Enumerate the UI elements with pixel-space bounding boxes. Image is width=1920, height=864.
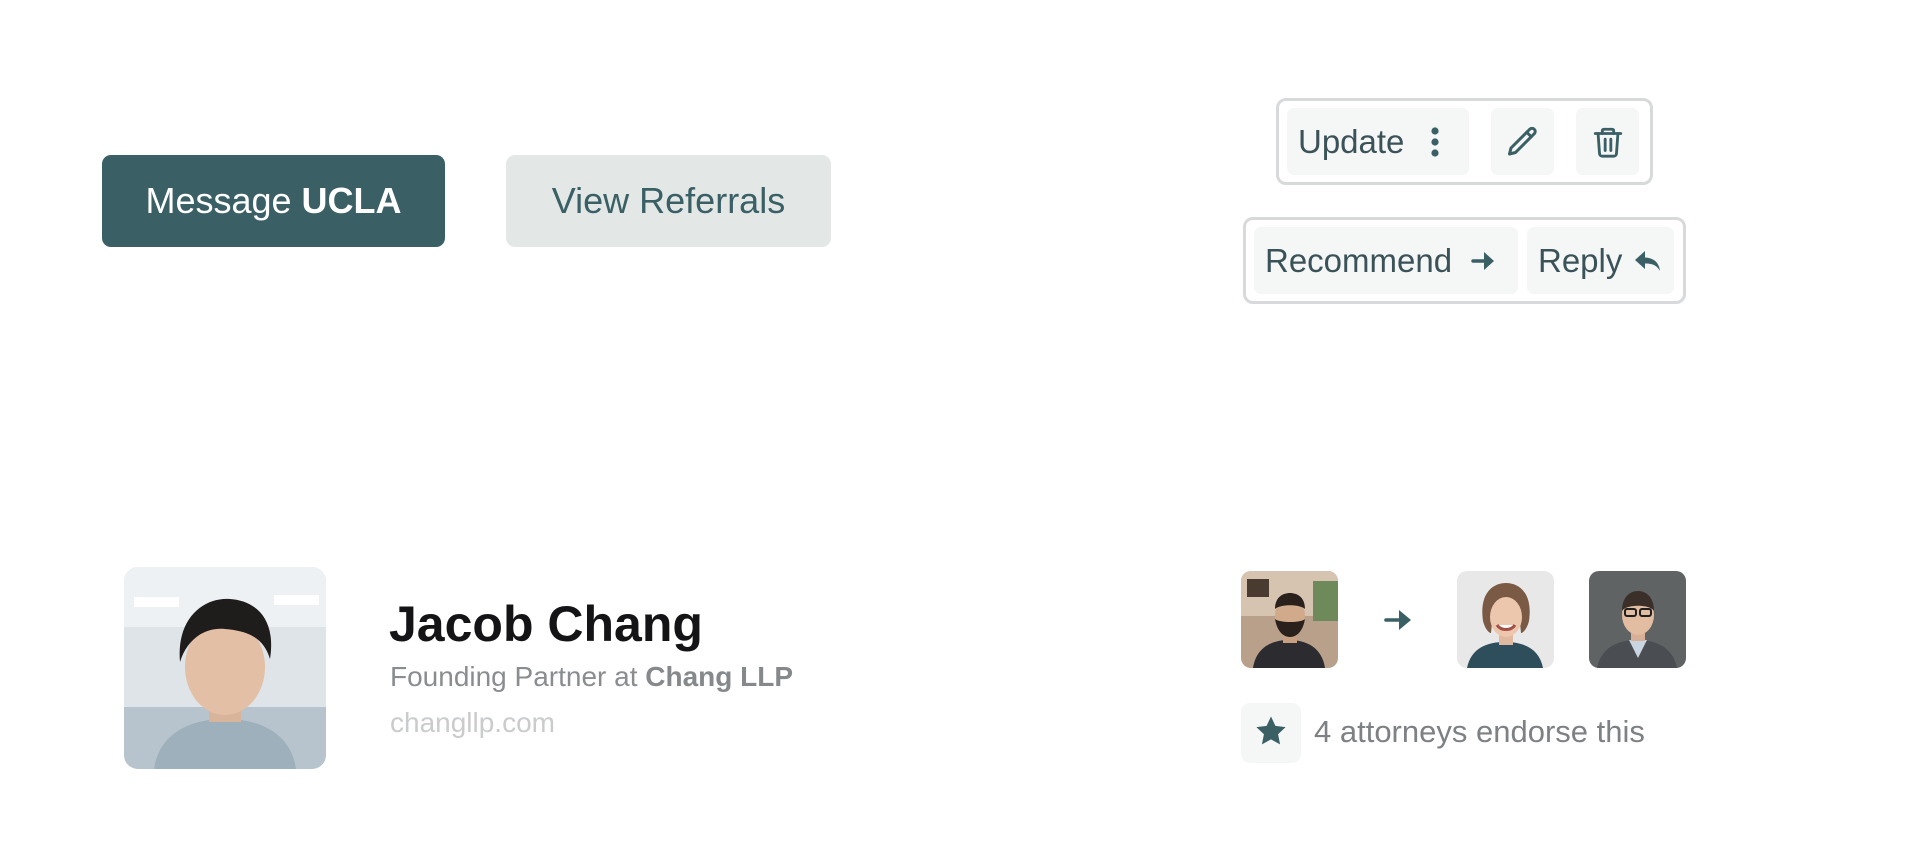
edit-button[interactable] xyxy=(1491,108,1554,175)
profile-avatar xyxy=(124,567,326,769)
more-vertical-icon[interactable] xyxy=(1430,126,1440,158)
profile-name: Jacob Chang xyxy=(389,596,703,652)
message-button-target: UCLA xyxy=(301,180,402,221)
delete-button[interactable] xyxy=(1576,108,1639,175)
reply-arrow-icon xyxy=(1634,249,1662,273)
profile-role: Founding Partner at xyxy=(390,661,638,692)
pencil-icon xyxy=(1505,124,1541,160)
trash-icon xyxy=(1591,124,1625,160)
update-action-group: Update xyxy=(1276,98,1653,185)
profile-website[interactable]: changllp.com xyxy=(390,707,555,739)
view-referrals-label: View Referrals xyxy=(551,180,786,221)
endorser-avatar[interactable] xyxy=(1589,571,1686,668)
recipient-avatar[interactable] xyxy=(1457,571,1554,668)
message-button[interactable]: Message UCLA xyxy=(102,155,445,247)
update-label: Update xyxy=(1298,122,1405,160)
referral-arrow-icon xyxy=(1384,606,1414,634)
endorsement-text: 4 attorneys endorse this xyxy=(1314,714,1645,749)
star-icon xyxy=(1254,714,1288,753)
arrow-right-icon xyxy=(1471,249,1497,273)
message-button-label: Message xyxy=(145,180,292,221)
reply-label: Reply xyxy=(1538,241,1623,279)
profile-title: Founding Partner at Chang LLP xyxy=(390,661,793,693)
update-button[interactable]: Update xyxy=(1287,108,1469,175)
endorse-star-button[interactable] xyxy=(1241,703,1301,763)
recommend-button[interactable]: Recommend xyxy=(1254,227,1518,294)
view-referrals-button[interactable]: View Referrals xyxy=(506,155,831,247)
referrer-avatar[interactable] xyxy=(1241,571,1338,668)
recommend-label: Recommend xyxy=(1265,241,1453,279)
reply-button[interactable]: Reply xyxy=(1527,227,1674,294)
recommend-reply-group: Recommend Reply xyxy=(1243,217,1686,304)
profile-company: Chang LLP xyxy=(645,661,794,692)
